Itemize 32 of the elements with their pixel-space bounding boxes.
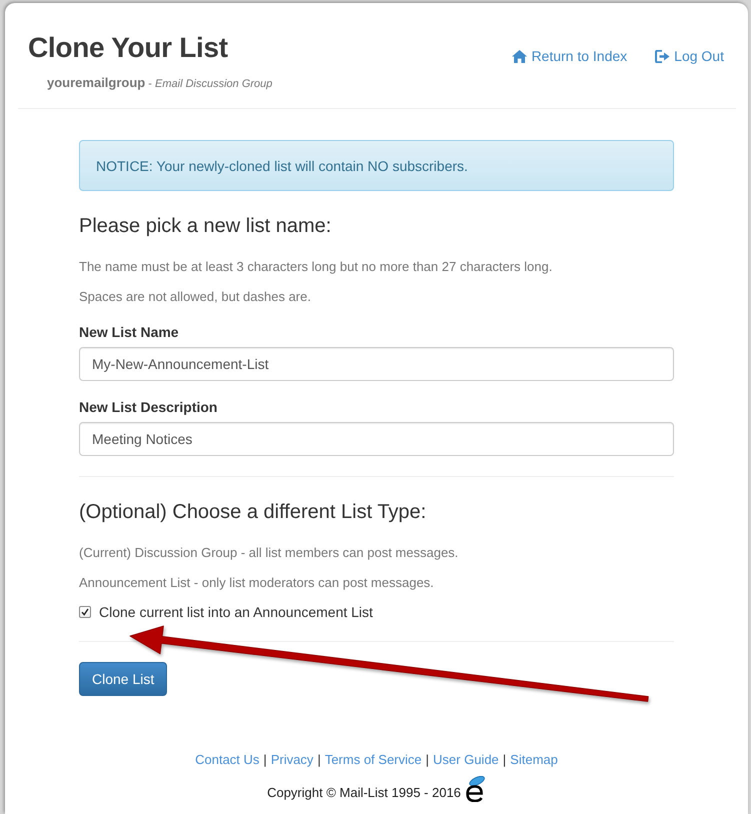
footer-link[interactable]: Sitemap (510, 751, 558, 769)
page-title: Clone Your List (28, 31, 229, 65)
footer-link[interactable]: Terms of Service (324, 751, 422, 769)
section-heading: Please pick a new list name: (79, 214, 332, 239)
separator: | (502, 751, 506, 769)
copyright-text: Copyright © Mail-List 1995 - 2016 (267, 784, 461, 802)
return-to-index-link[interactable]: Return to Index (512, 46, 628, 66)
footer-link[interactable]: Privacy (270, 751, 314, 769)
home-icon (512, 50, 528, 62)
notice-alert: NOTICE: Your newly-cloned list will contain NO subscribers. (79, 140, 674, 191)
checkbox-label: Clone current list into an Announcement List (99, 603, 373, 622)
help-text: Announcement List - only list moderators can post messages. (79, 574, 435, 592)
footer-link[interactable]: Contact Us (195, 751, 260, 769)
help-text: Spaces are not allowed, but dashes are. (79, 288, 312, 306)
footer-link[interactable]: User Guide (433, 751, 499, 769)
log-out-link[interactable]: Log Out (655, 46, 724, 66)
checkbox[interactable] (79, 606, 91, 618)
logo-icon (464, 776, 486, 802)
clone-list-button[interactable]: Clone List (79, 662, 168, 696)
check-icon (81, 608, 89, 616)
log-out-icon (655, 50, 670, 62)
text-input[interactable]: My-New-Announcement-List (79, 347, 674, 381)
field-label: New List Description (79, 398, 218, 417)
help-text: The name must be at least 3 characters long but no more than 27 characters long. (79, 258, 554, 276)
section-heading: (Optional) Choose a different List Type: (79, 500, 428, 525)
separator: | (263, 751, 267, 769)
help-text: (Current) Discussion Group - all list members can post messages. (79, 544, 460, 562)
field-label: New List Name (79, 323, 180, 342)
separator: | (426, 751, 430, 769)
separator: | (317, 751, 321, 769)
group-subtitle: youremailgroup - Email Discussion Group (47, 75, 272, 92)
text-input[interactable]: Meeting Notices (79, 422, 674, 456)
